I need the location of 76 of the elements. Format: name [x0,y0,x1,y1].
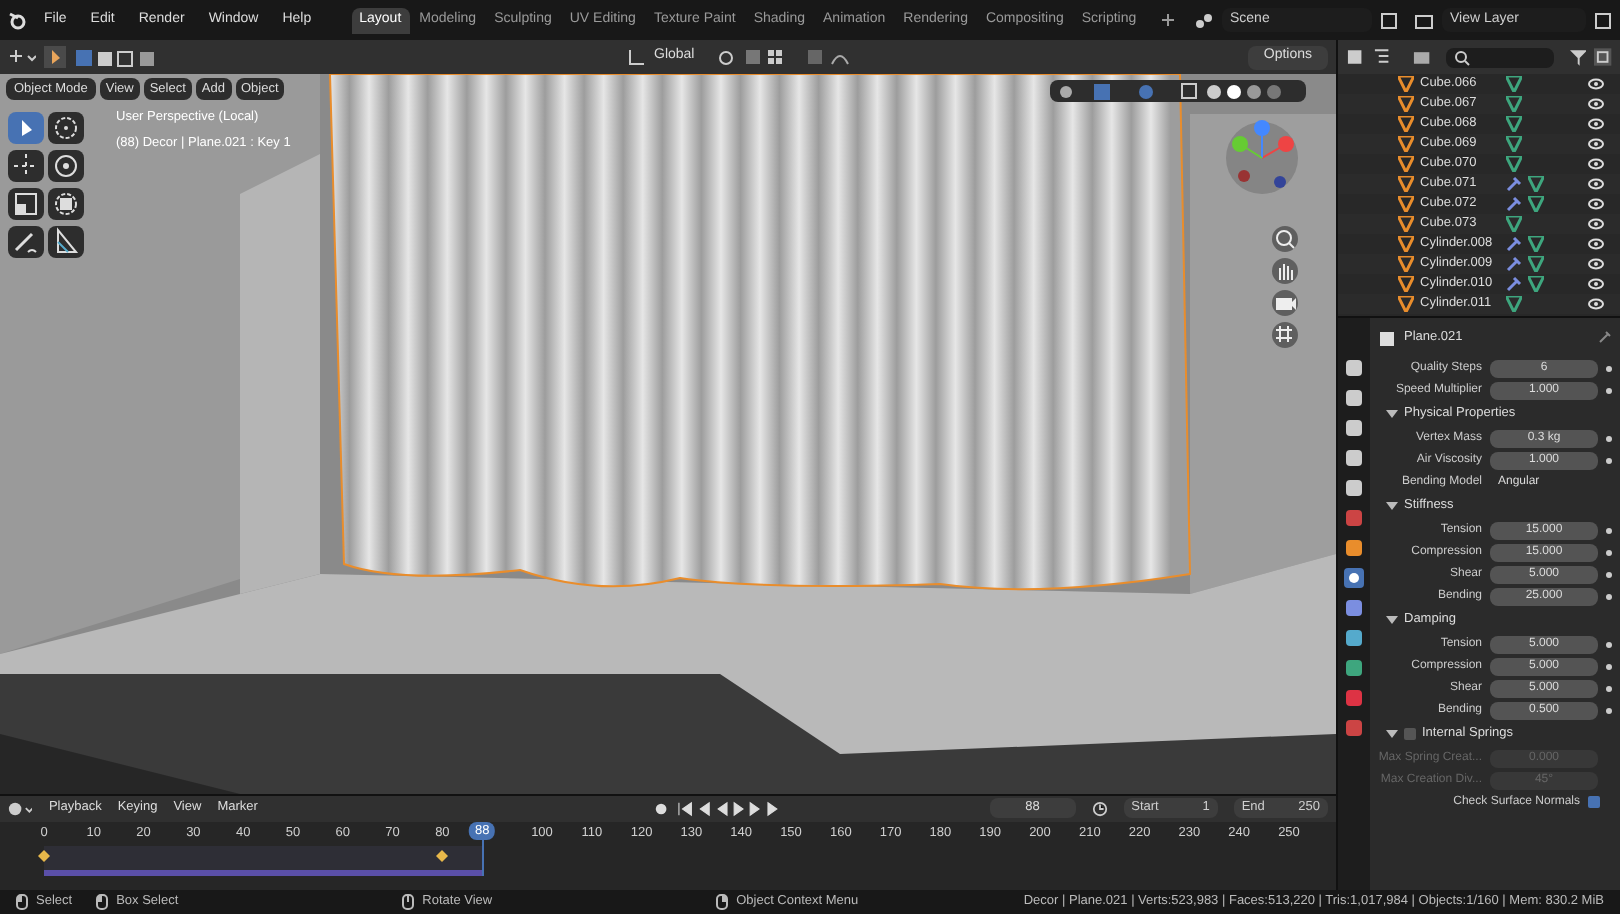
wrench-icon[interactable] [1506,276,1522,292]
search-icon [1454,49,1471,65]
eye-icon[interactable] [1588,138,1604,150]
eye-icon[interactable] [1588,198,1604,210]
disclosure-triangle-icon[interactable] [1386,614,1398,626]
eye-icon[interactable] [1588,118,1604,130]
navigation-gizmo-icon[interactable] [1220,116,1304,200]
wrench-icon[interactable] [1506,196,1522,212]
checkbox[interactable] [1588,796,1600,808]
keyframe-icon[interactable] [436,849,449,862]
layers-icon[interactable] [1414,11,1434,29]
blender-logo-icon[interactable] [8,10,28,30]
move-tool-button[interactable] [8,150,44,182]
transform-tool-icon [50,188,82,220]
keyframe-dot-icon[interactable] [1606,457,1612,463]
proportional-edit-icon[interactable] [806,48,851,66]
wrench-icon[interactable] [1506,176,1522,192]
disclosure-triangle-icon[interactable] [1386,408,1398,420]
keyframe-dot-icon[interactable] [1606,387,1612,393]
keyframe-dot-icon[interactable] [1606,527,1612,533]
camera-icon[interactable] [1272,290,1298,316]
copy-icon[interactable] [1594,11,1612,29]
scale-tool-button[interactable] [8,188,44,220]
keyframe-dot-icon[interactable] [1606,641,1612,647]
add-workspace-icon[interactable] [1160,12,1177,28]
editor-type-icon[interactable] [8,48,36,66]
keyframe-dot-icon[interactable] [1606,571,1612,577]
eye-icon[interactable] [1588,298,1604,310]
eye-icon[interactable] [1588,178,1604,190]
keyframe-dot-icon[interactable] [1606,549,1612,555]
keyframe-dot-icon[interactable] [1606,707,1612,713]
grid-icon[interactable] [1272,322,1298,348]
mouse-icon [16,894,28,910]
scale-tool-icon [10,188,42,220]
disclosure-triangle-icon[interactable] [1386,728,1398,740]
eye-icon[interactable] [1588,158,1604,170]
keyframe-dot-icon[interactable] [1606,685,1612,691]
keyframe-dot-icon[interactable] [1606,435,1612,441]
scene-icon[interactable] [1194,11,1214,29]
keyframe-dot-icon[interactable] [1606,365,1612,371]
search-field[interactable] [1446,47,1554,67]
mouse-icon [716,894,729,910]
annotate-tool-button[interactable] [8,226,44,258]
pin-icon[interactable] [1596,330,1612,346]
rotate-tool-button[interactable] [48,150,84,182]
zoom-icon[interactable] [1272,226,1298,252]
measure-tool-button[interactable] [48,226,84,258]
filter-icon[interactable] [1569,48,1587,66]
cursor-tool-button[interactable] [48,112,84,144]
keyframe-dot-icon[interactable] [1606,663,1612,669]
mouse-icon [96,894,109,910]
wrench-icon[interactable] [1506,256,1522,272]
eye-icon[interactable] [1588,98,1604,110]
wrench-icon[interactable] [1506,236,1522,252]
stopwatch-icon[interactable] [1091,799,1108,818]
keyframe-dot-icon[interactable] [1606,593,1612,599]
cursor-tool-icon [50,112,82,144]
select-tool-icon[interactable] [44,46,66,68]
playback-controls-icon[interactable] [654,799,780,818]
eye-icon[interactable] [1588,78,1604,90]
checkbox[interactable] [1404,728,1416,740]
eye-icon[interactable] [1588,218,1604,230]
eye-icon[interactable] [1588,278,1604,290]
eye-icon[interactable] [1588,258,1604,270]
mouse-icon [402,894,415,910]
select-tool-button[interactable] [8,112,44,144]
copy-icon[interactable] [1380,11,1398,29]
editor-type-icon[interactable] [8,799,33,818]
eye-icon[interactable] [1588,238,1604,250]
transform-tool-button[interactable] [48,188,84,220]
new-collection-icon[interactable] [1594,48,1613,66]
physics-tab-icon[interactable] [1344,568,1364,588]
disclosure-triangle-icon[interactable] [1386,500,1398,512]
rotate-tool-icon [50,150,82,182]
orientation-icon [628,48,646,66]
keyframe-icon[interactable] [38,849,50,862]
